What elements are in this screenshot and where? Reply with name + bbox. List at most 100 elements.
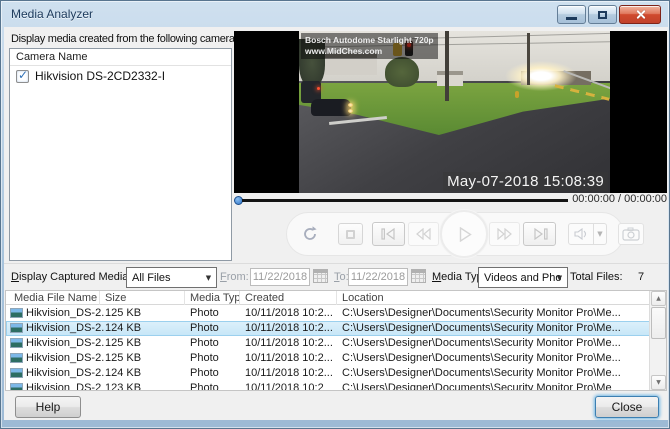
dialog-content: Display media created from the following… <box>4 27 668 420</box>
minimize-button[interactable] <box>557 5 586 24</box>
fast-forward-button[interactable] <box>489 222 520 246</box>
volume-control <box>568 223 607 245</box>
cell-created: 10/11/2018 10:2 <box>245 381 339 391</box>
close-button[interactable]: Close <box>595 396 659 418</box>
cell-created: 10/11/2018 10:2... <box>245 336 339 351</box>
to-calendar-icon[interactable] <box>411 269 426 283</box>
skip-start-icon <box>381 228 397 240</box>
snapshot-button[interactable] <box>618 223 644 245</box>
camera-panel-label: Display media created from the following… <box>11 33 235 45</box>
scrollbar-thumb[interactable] <box>651 307 666 339</box>
column-header-type[interactable]: Media Type <box>186 291 240 305</box>
display-captured-media-label: Display Captured Media: <box>11 271 131 283</box>
camera-listbox: Camera Name Hikvision DS-2CD2332-I <box>9 48 232 261</box>
from-calendar-icon[interactable] <box>313 269 328 283</box>
help-button[interactable]: Help <box>15 396 81 418</box>
media-analyzer-window: Media Analyzer Display media created fro… <box>0 0 670 429</box>
from-date-field[interactable]: 11/22/2018 <box>250 268 310 286</box>
rewind-button[interactable] <box>408 222 439 246</box>
window-title: Media Analyzer <box>11 7 93 21</box>
cell-type: Photo <box>190 366 242 381</box>
cell-type: Photo <box>190 321 242 336</box>
photo-file-icon <box>10 368 23 378</box>
cell-location: C:\Users\Designer\Documents\Security Mon… <box>342 336 642 351</box>
photo-file-icon <box>10 338 23 348</box>
photo-file-icon <box>10 308 23 318</box>
video-preview: Bosch Autodome Starlight 720p www.MidChe… <box>234 31 667 193</box>
close-window-button[interactable] <box>619 5 661 24</box>
cell-size: 124 KB <box>105 321 185 336</box>
table-row[interactable]: Hikvision_DS-2... 124 KB Photo 10/11/201… <box>6 366 650 381</box>
cell-name: Hikvision_DS-2... <box>26 366 104 381</box>
table-scrollbar[interactable] <box>649 291 666 390</box>
titlebar[interactable]: Media Analyzer <box>1 1 669 27</box>
camera-list-item[interactable]: Hikvision DS-2CD2332-I <box>10 66 231 83</box>
playback-time: 00:00:00 / 00:00:00 <box>564 193 667 205</box>
maximize-button[interactable] <box>588 5 617 24</box>
previous-button[interactable] <box>372 222 405 246</box>
table-row[interactable]: Hikvision_DS-2... 125 KB Photo 10/11/201… <box>6 336 650 351</box>
close-icon <box>635 9 646 20</box>
scroll-up-icon[interactable] <box>651 291 666 306</box>
cell-location: C:\Users\Designer\Documents\Security Mon… <box>342 351 642 366</box>
camera-icon <box>622 227 640 241</box>
camera-list-header[interactable]: Camera Name <box>10 49 231 66</box>
cell-location: C:\Users\Designer\Documents\Security Mon… <box>342 321 642 336</box>
table-row-selected[interactable]: Hikvision_DS-2... 124 KB Photo 10/11/201… <box>6 321 650 336</box>
media-type-dropdown[interactable]: Videos and Pho <box>478 267 568 288</box>
scene-tree <box>385 57 419 87</box>
scroll-down-icon[interactable] <box>651 375 666 390</box>
cell-name: Hikvision_DS-2... <box>26 321 104 336</box>
cell-type: Photo <box>190 306 242 321</box>
cell-type: Photo <box>190 336 242 351</box>
scene-pole <box>445 31 449 101</box>
cell-size: 123 KB <box>105 381 185 391</box>
cell-location: C:\Users\Designer\Documents\Security Mon… <box>342 306 642 321</box>
photo-file-icon <box>10 353 23 363</box>
replay-button[interactable] <box>300 225 320 243</box>
display-media-dropdown[interactable]: All Files <box>126 267 217 288</box>
cell-name: Hikvision_DS-2 <box>26 381 104 391</box>
play-button[interactable] <box>440 210 488 258</box>
table-header: Media File Name Size Media Type Created … <box>6 291 650 305</box>
scene-hydrant <box>515 91 519 98</box>
table-row[interactable]: Hikvision_DS-2 123 KB Photo 10/11/2018 1… <box>6 381 650 391</box>
table-body: Hikvision_DS-2... 125 KB Photo 10/11/201… <box>6 306 650 391</box>
mute-button[interactable] <box>568 223 594 245</box>
seek-track[interactable] <box>242 199 568 202</box>
cell-name: Hikvision_DS-2... <box>26 351 104 366</box>
chevron-down-icon <box>201 268 216 287</box>
volume-dropdown-button[interactable] <box>594 223 607 245</box>
stop-button[interactable] <box>338 223 363 245</box>
cell-location: C:\Users\Designer\Documents\Security Mon… <box>342 381 642 391</box>
rewind-icon <box>415 228 432 240</box>
cell-size: 125 KB <box>105 306 185 321</box>
camera-checkbox-checked[interactable] <box>16 70 29 83</box>
total-files-label: Total Files: <box>570 271 623 283</box>
cell-created: 10/11/2018 10:2... <box>245 351 339 366</box>
to-date-field[interactable]: 11/22/2018 <box>348 268 408 286</box>
chevron-down-icon <box>552 268 567 287</box>
playback-controls <box>286 212 624 256</box>
column-header-created[interactable]: Created <box>241 291 337 305</box>
video-timestamp: May-07-2018 15:08:39 <box>443 172 608 191</box>
photo-file-icon <box>10 323 23 333</box>
table-row[interactable]: Hikvision_DS-2... 125 KB Photo 10/11/201… <box>6 351 650 366</box>
column-header-size[interactable]: Size <box>101 291 185 305</box>
replay-icon <box>301 225 319 243</box>
cell-size: 125 KB <box>105 336 185 351</box>
fast-forward-icon <box>496 228 513 240</box>
column-header-name[interactable]: Media File Name <box>6 291 100 305</box>
table-row[interactable]: Hikvision_DS-2... 125 KB Photo 10/11/201… <box>6 306 650 321</box>
next-button[interactable] <box>523 222 556 246</box>
cell-size: 125 KB <box>105 351 185 366</box>
camera-overlay-text: Bosch Autodome Starlight 720p www.MidChe… <box>301 33 438 59</box>
media-type-value: Videos and Pho <box>484 272 561 284</box>
minimize-icon <box>566 17 577 20</box>
from-label: From: <box>220 271 249 283</box>
overlay-line2: www.MidChes.com <box>305 46 434 57</box>
display-media-value: All Files <box>132 272 171 284</box>
cell-name: Hikvision_DS-2... <box>26 336 104 351</box>
play-icon <box>459 227 472 242</box>
column-header-location[interactable]: Location <box>338 291 650 305</box>
